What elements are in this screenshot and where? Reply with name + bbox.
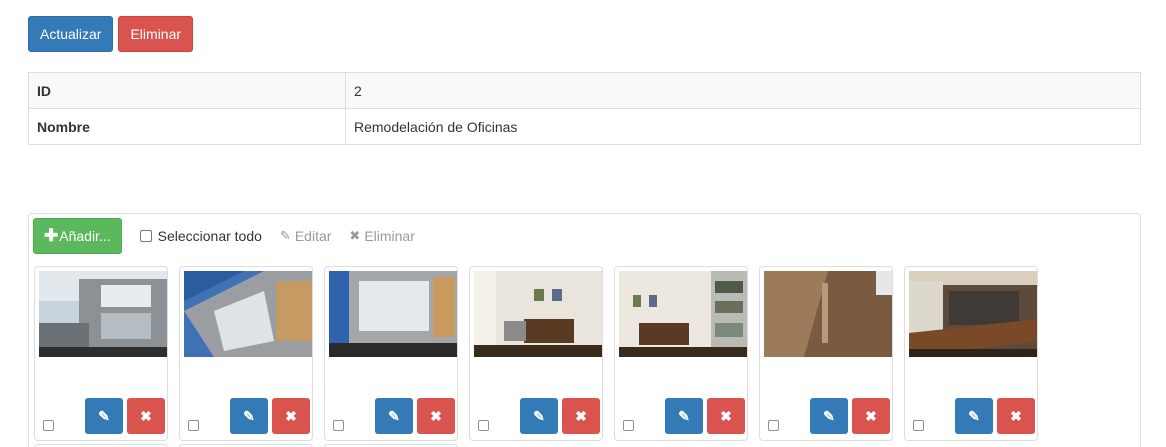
delete-image-button[interactable]: ✖ bbox=[852, 398, 890, 434]
pencil-icon: ✎ bbox=[823, 407, 835, 424]
detail-table: ID 2 Nombre Remodelación de Oficinas bbox=[28, 72, 1141, 145]
image-checkbox[interactable] bbox=[913, 420, 924, 431]
select-all-label: Seleccionar todo bbox=[157, 228, 262, 244]
select-all-checkbox[interactable] bbox=[139, 230, 152, 242]
image-card: ✎ ✖ bbox=[34, 266, 168, 441]
top-actions: Actualizar Eliminar bbox=[28, 16, 194, 52]
times-icon: ✖ bbox=[1010, 407, 1022, 424]
delete-button[interactable]: Eliminar bbox=[118, 16, 194, 52]
image-checkbox[interactable] bbox=[333, 420, 344, 431]
image-gallery: ✚ Añadir... Seleccionar todo ✎ Editar ✖ … bbox=[28, 213, 1141, 447]
edit-image-button[interactable]: ✎ bbox=[375, 398, 413, 434]
times-icon: ✖ bbox=[865, 407, 877, 424]
pencil-icon: ✎ bbox=[968, 407, 980, 424]
gallery-toolbar: ✚ Añadir... Seleccionar todo ✎ Editar ✖ … bbox=[33, 218, 415, 254]
image-thumbnail[interactable] bbox=[764, 271, 892, 357]
image-card: ✎ ✖ bbox=[759, 266, 893, 441]
delete-image-button[interactable]: ✖ bbox=[562, 398, 600, 434]
image-checkbox[interactable] bbox=[623, 420, 634, 431]
select-all-toggle[interactable]: Seleccionar todo bbox=[139, 228, 262, 244]
pencil-icon: ✎ bbox=[388, 407, 400, 424]
image-card: ✎ ✖ bbox=[904, 266, 1038, 441]
image-thumbnail[interactable] bbox=[39, 271, 167, 357]
pencil-icon: ✎ bbox=[678, 407, 690, 424]
pencil-icon: ✎ bbox=[243, 407, 255, 424]
edit-image-button[interactable]: ✎ bbox=[955, 398, 993, 434]
id-label: ID bbox=[28, 72, 346, 109]
name-value: Remodelación de Oficinas bbox=[345, 108, 1141, 145]
pencil-icon: ✎ bbox=[98, 407, 110, 424]
add-image-label: Añadir... bbox=[59, 228, 111, 244]
times-icon: ✖ bbox=[430, 407, 442, 424]
image-checkbox[interactable] bbox=[768, 420, 779, 431]
pencil-icon: ✎ bbox=[533, 407, 545, 424]
id-value: 2 bbox=[345, 72, 1141, 109]
image-checkbox[interactable] bbox=[188, 420, 199, 431]
delete-selected-button[interactable]: ✖ Eliminar bbox=[349, 228, 414, 244]
image-thumbnail[interactable] bbox=[329, 271, 457, 357]
delete-selected-label: Eliminar bbox=[364, 228, 415, 244]
delete-image-button[interactable]: ✖ bbox=[127, 398, 165, 434]
times-icon: ✖ bbox=[720, 407, 732, 424]
delete-image-button[interactable]: ✖ bbox=[272, 398, 310, 434]
image-checkbox[interactable] bbox=[43, 420, 54, 431]
image-card: ✎ ✖ bbox=[469, 266, 603, 441]
add-image-button[interactable]: ✚ Añadir... bbox=[33, 218, 122, 254]
image-checkbox[interactable] bbox=[478, 420, 489, 431]
delete-image-button[interactable]: ✖ bbox=[707, 398, 745, 434]
image-card: ✎ ✖ bbox=[179, 266, 313, 441]
edit-image-button[interactable]: ✎ bbox=[230, 398, 268, 434]
plus-icon: ✚ bbox=[44, 226, 59, 245]
table-row: Nombre Remodelación de Oficinas bbox=[28, 108, 1141, 145]
image-thumbnail[interactable] bbox=[474, 271, 602, 357]
image-card: ✎ ✖ bbox=[324, 266, 458, 441]
times-icon: ✖ bbox=[575, 407, 587, 424]
times-icon: ✖ bbox=[140, 407, 152, 424]
image-thumbnail[interactable] bbox=[909, 271, 1037, 357]
delete-image-button[interactable]: ✖ bbox=[417, 398, 455, 434]
edit-image-button[interactable]: ✎ bbox=[85, 398, 123, 434]
name-label: Nombre bbox=[28, 108, 346, 145]
pencil-icon: ✎ bbox=[279, 228, 291, 243]
edit-image-button[interactable]: ✎ bbox=[810, 398, 848, 434]
edit-selected-button[interactable]: ✎ Editar bbox=[280, 228, 331, 244]
image-card: ✎ ✖ bbox=[614, 266, 748, 441]
edit-image-button[interactable]: ✎ bbox=[665, 398, 703, 434]
times-icon: ✖ bbox=[349, 228, 361, 243]
image-thumbnail[interactable] bbox=[184, 271, 312, 357]
times-icon: ✖ bbox=[285, 407, 297, 424]
delete-image-button[interactable]: ✖ bbox=[997, 398, 1035, 434]
table-row: ID 2 bbox=[28, 72, 1141, 109]
update-button[interactable]: Actualizar bbox=[28, 16, 114, 52]
edit-selected-label: Editar bbox=[294, 228, 332, 244]
image-cards: ✎ ✖ ✎ ✖ ✎ ✖ ✎ ✖ ✎ ✖ ✎ ✖ ✎ ✖ bbox=[34, 266, 1038, 441]
edit-image-button[interactable]: ✎ bbox=[520, 398, 558, 434]
image-thumbnail[interactable] bbox=[619, 271, 747, 357]
